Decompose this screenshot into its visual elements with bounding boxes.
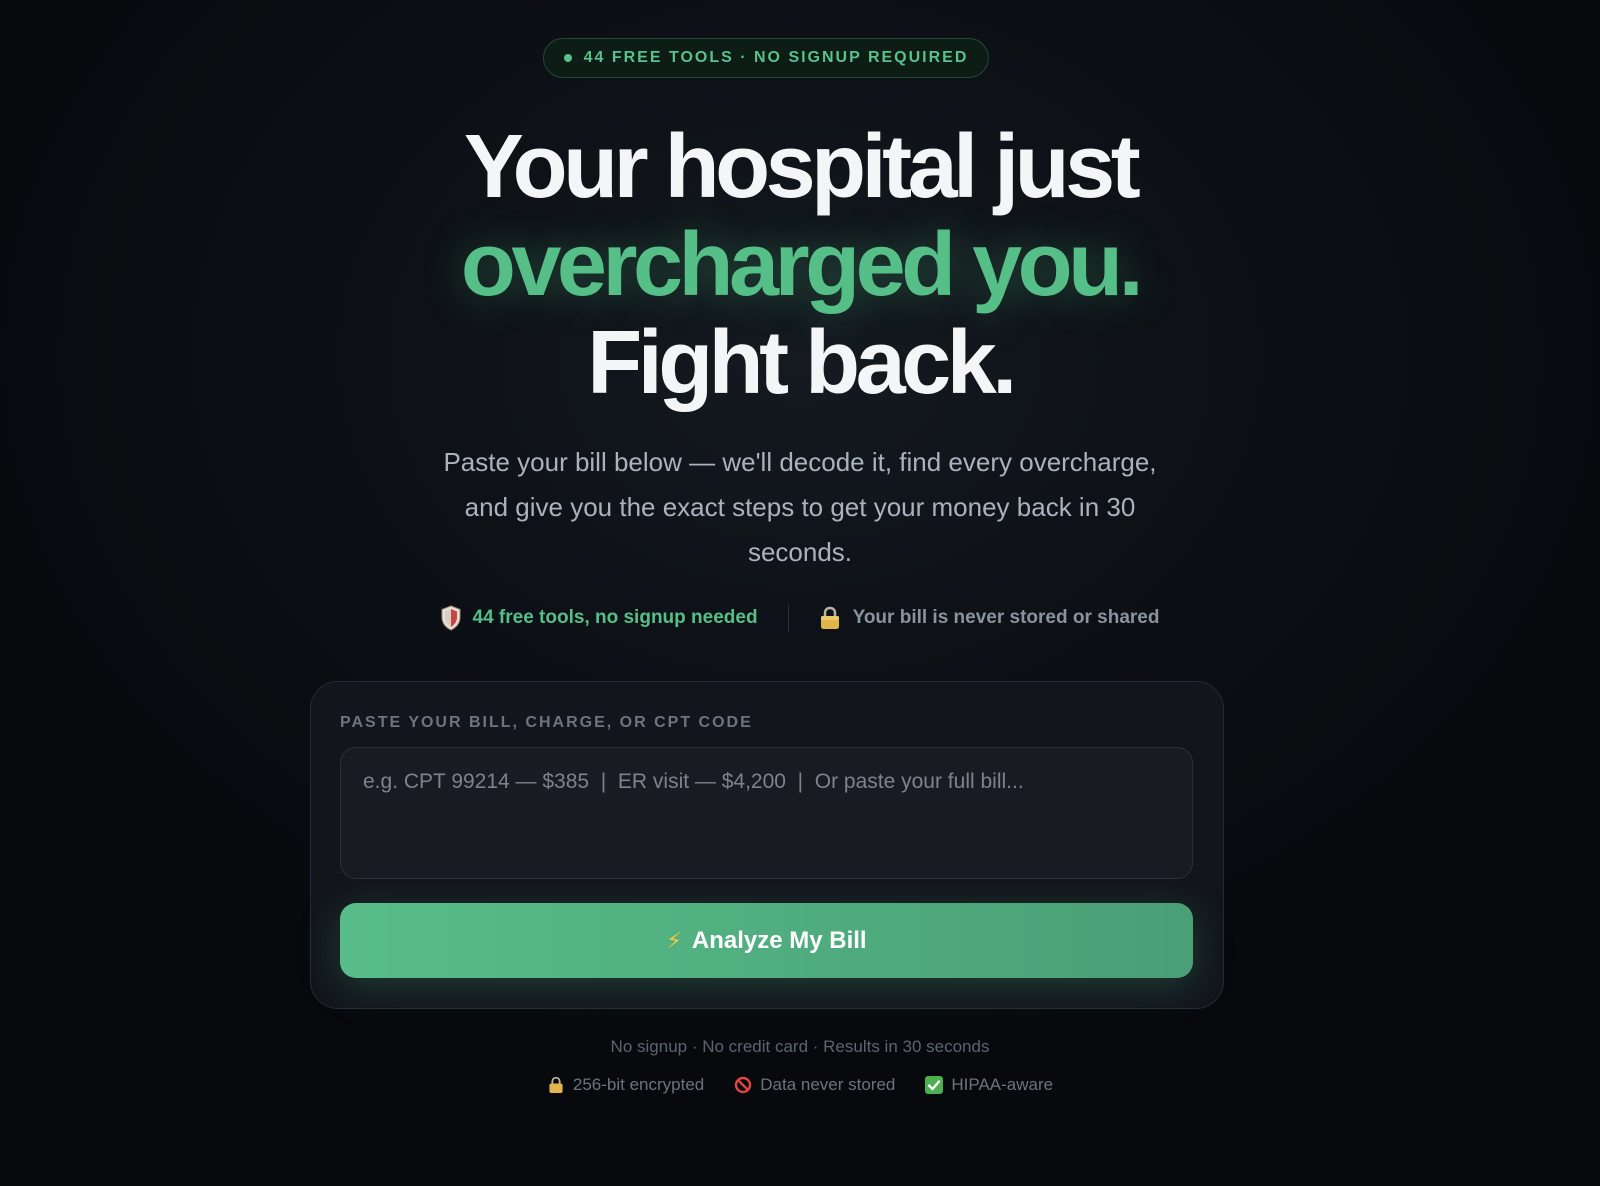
bill-analyzer-card: PASTE YOUR BILL, CHARGE, OR CPT CODE ⚡ A… xyxy=(310,681,1224,1009)
analyze-button-label: Analyze My Bill xyxy=(691,926,867,954)
badge-hipaa-aware-label: HIPAA-aware xyxy=(951,1075,1054,1094)
lock-icon xyxy=(547,1076,565,1094)
badge-hipaa-aware: HIPAA-aware xyxy=(925,1075,1053,1095)
headline-line-1: Your hospital just xyxy=(463,117,1141,217)
free-tools-badge: 44 FREE TOOLS · NO SIGNUP REQUIRED xyxy=(543,38,989,78)
trust-item-privacy: Your bill is never stored or shared xyxy=(819,606,1160,630)
trust-item-free-tools: 44 free tools, no signup needed xyxy=(441,605,758,631)
headline-line-3: Fight back. xyxy=(587,313,1017,413)
hero-subheadline: Paste your bill below — we'll decode it,… xyxy=(443,447,1157,567)
badge-data-never-stored-label: Data never stored xyxy=(760,1075,896,1094)
lightning-icon: ⚡ xyxy=(666,927,682,953)
trust-item-free-tools-label: 44 free tools, no signup needed xyxy=(472,607,758,628)
lock-icon xyxy=(819,606,841,630)
trust-row: 44 free tools, no signup needed Your bil… xyxy=(0,604,1600,632)
hero-headline: Your hospital just overcharged you. Figh… xyxy=(0,118,1600,412)
badge-encrypted: 256-bit encrypted xyxy=(547,1075,704,1095)
no-entry-icon xyxy=(734,1076,752,1094)
badge-encrypted-label: 256-bit encrypted xyxy=(572,1075,705,1094)
trust-item-privacy-label: Your bill is never stored or shared xyxy=(852,607,1160,628)
headline-line-2: overcharged you. xyxy=(460,215,1144,315)
badge-data-never-stored: Data never stored xyxy=(734,1075,895,1095)
trust-divider xyxy=(787,604,789,632)
shield-icon xyxy=(441,605,461,631)
free-tools-badge-text: 44 FREE TOOLS · NO SIGNUP REQUIRED xyxy=(583,49,969,66)
fine-print: No signup · No credit card · Results in … xyxy=(610,1037,990,1056)
analyze-my-bill-button[interactable]: ⚡ Analyze My Bill xyxy=(340,903,1193,978)
status-dot-icon xyxy=(563,54,572,62)
security-badges: 256-bit encrypted Data never stored HIPA… xyxy=(0,1075,1600,1095)
check-icon xyxy=(925,1076,944,1094)
bill-input[interactable] xyxy=(340,747,1193,879)
bill-input-label: PASTE YOUR BILL, CHARGE, OR CPT CODE xyxy=(340,714,753,731)
